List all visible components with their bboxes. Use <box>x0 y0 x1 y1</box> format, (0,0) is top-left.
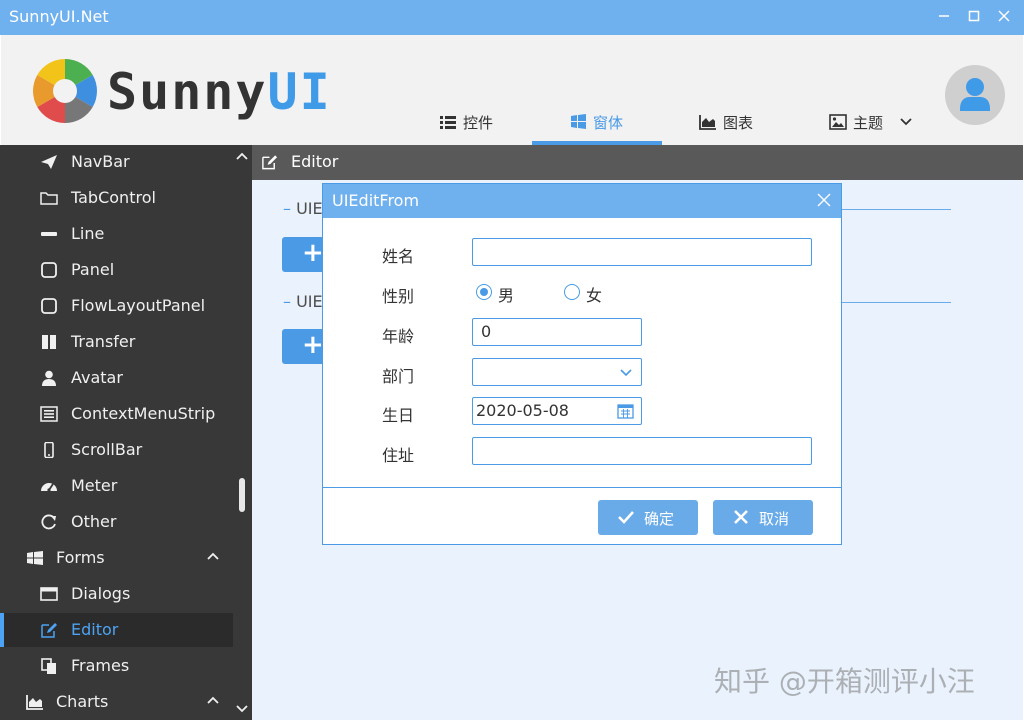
sidebar-item-scrollbar[interactable]: ScrollBar <box>4 433 233 467</box>
sidebar-item-flowlayoutpanel[interactable]: FlowLayoutPanel <box>4 289 233 323</box>
minimize-icon <box>939 15 949 17</box>
chevron-up-icon <box>207 552 219 560</box>
scroll-up-icon[interactable] <box>236 151 248 161</box>
sidebar-item-frames[interactable]: Frames <box>4 649 233 683</box>
list-icon <box>440 116 456 129</box>
age-label: 年龄 <box>382 327 415 346</box>
sidebar: NavBar TabControl Line Panel FlowLayoutP… <box>0 145 252 720</box>
windows-icon <box>27 551 43 565</box>
sidebar-item-other[interactable]: Other <box>4 505 233 539</box>
department-label: 部门 <box>382 367 415 386</box>
tab-charts[interactable]: 图表 <box>699 102 789 145</box>
gender-female-radio[interactable] <box>564 284 580 300</box>
ok-button[interactable]: 确定 <box>598 500 698 535</box>
watermark-text: 知乎 @开箱测评小汪 <box>714 665 975 698</box>
dialog-title: UIEditFrom <box>332 191 420 210</box>
columns-icon <box>42 335 56 349</box>
window-title: SunnyUI.Net <box>9 7 109 26</box>
refresh-icon <box>41 514 56 530</box>
tab-theme[interactable]: 主题 <box>829 102 924 145</box>
close-icon <box>998 10 1010 22</box>
birthday-label: 生日 <box>382 406 415 425</box>
maximize-icon <box>968 10 980 22</box>
dashboard-icon <box>41 483 57 492</box>
sidebar-group-forms[interactable]: Forms <box>4 541 233 575</box>
area-chart-icon <box>26 695 43 710</box>
department-select[interactable] <box>472 358 642 386</box>
folder-icon <box>40 192 58 205</box>
chevron-down-icon <box>900 118 912 126</box>
sidebar-group-charts[interactable]: Charts <box>4 685 233 719</box>
scroll-down-icon[interactable] <box>236 704 248 714</box>
group-title: – UIE <box>283 292 327 311</box>
sidebar-item-panel[interactable]: Panel <box>4 253 233 287</box>
dialog-titlebar: UIEditFrom <box>323 184 841 218</box>
tab-controls[interactable]: 控件 <box>439 102 529 145</box>
window-icon <box>40 587 58 601</box>
name-input[interactable] <box>472 238 812 266</box>
address-label: 住址 <box>382 446 415 465</box>
window-titlebar: SunnyUI.Net <box>0 0 1024 35</box>
maximize-button[interactable] <box>964 6 984 28</box>
copy-icon <box>41 658 56 674</box>
gender-female-label: 女 <box>586 286 603 305</box>
menu-icon <box>40 406 58 422</box>
edit-dialog: UIEditFrom 姓名 性别 男 女 年龄 0 部门 生日 2020-05-… <box>322 183 842 545</box>
paper-plane-icon <box>41 155 57 169</box>
sidebar-item-meter[interactable]: Meter <box>4 469 233 503</box>
page-titlebar: Editor <box>252 145 1023 180</box>
windows-icon <box>571 114 586 129</box>
sidebar-item-line[interactable]: Line <box>4 217 233 251</box>
sidebar-item-avatar[interactable]: Avatar <box>4 361 233 395</box>
sidebar-item-dialogs[interactable]: Dialogs <box>4 577 233 611</box>
mobile-icon <box>44 442 54 458</box>
gender-label: 性别 <box>382 287 415 306</box>
sidebar-item-tabcontrol[interactable]: TabControl <box>4 181 233 215</box>
cancel-button[interactable]: 取消 <box>713 500 813 535</box>
age-input[interactable]: 0 <box>472 318 642 346</box>
name-label: 姓名 <box>382 247 415 266</box>
area-chart-icon <box>699 115 716 130</box>
calendar-icon[interactable] <box>617 403 634 419</box>
group-title: – UIE <box>283 199 327 218</box>
user-icon <box>960 78 990 111</box>
add-button[interactable]: + <box>282 329 326 364</box>
close-window-button[interactable] <box>994 6 1014 28</box>
edit-icon <box>41 623 57 638</box>
sidebar-item-navbar[interactable]: NavBar <box>4 145 233 179</box>
image-icon <box>829 114 847 130</box>
add-button[interactable]: + <box>282 237 326 272</box>
sidebar-scrollbar-thumb[interactable] <box>239 478 245 512</box>
square-icon <box>41 262 57 278</box>
sidebar-item-transfer[interactable]: Transfer <box>4 325 233 359</box>
sidebar-item-contextmenustrip[interactable]: ContextMenuStrip <box>4 397 233 431</box>
close-icon[interactable] <box>817 193 831 207</box>
minimize-button[interactable] <box>934 6 954 28</box>
gender-male-label: 男 <box>498 286 515 305</box>
square-icon <box>41 298 57 314</box>
edit-icon <box>262 155 278 170</box>
chevron-down-icon <box>620 369 632 377</box>
minus-icon <box>41 232 57 236</box>
user-icon <box>42 370 56 386</box>
address-input[interactable] <box>472 437 812 465</box>
chevron-up-icon <box>207 696 219 704</box>
sunnyui-logo-icon <box>33 59 97 123</box>
check-icon <box>618 511 634 524</box>
user-avatar[interactable] <box>945 65 1005 125</box>
dialog-separator <box>323 487 841 488</box>
tab-forms[interactable]: 窗体 <box>532 102 662 145</box>
logo-text: SunnyUI <box>107 63 332 121</box>
sidebar-item-editor[interactable]: Editor <box>0 613 233 647</box>
gender-male-radio[interactable] <box>476 284 492 300</box>
page-title: Editor <box>291 152 339 171</box>
birthday-datepicker[interactable]: 2020-05-08 <box>472 397 642 425</box>
app-header: SunnyUI 控件 窗体 图表 主题 <box>1 35 1023 145</box>
close-icon <box>734 510 748 524</box>
